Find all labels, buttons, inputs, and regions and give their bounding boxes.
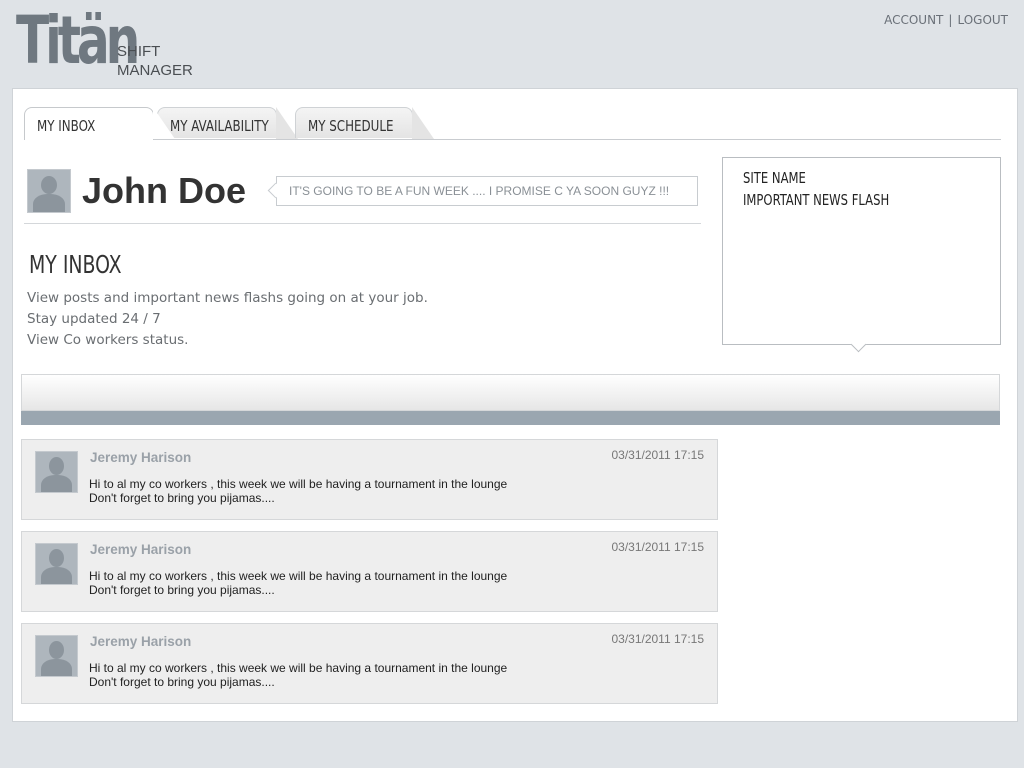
news-box-tail xyxy=(850,336,867,353)
message-item[interactable]: Jeremy Harison 03/31/2011 17:15 Hi to al… xyxy=(21,623,718,704)
page-title: MY INBOX xyxy=(29,250,122,279)
description-line: View posts and important news flashs goi… xyxy=(27,290,428,306)
tab-label: MY INBOX xyxy=(37,117,96,135)
avatar-body-shape xyxy=(41,659,72,676)
logo-subtitle: SHIFT MANAGER xyxy=(117,42,193,80)
news-flash-text[interactable]: IMPORTANT NEWS FLASH xyxy=(743,191,889,209)
account-link[interactable]: ACCOUNT xyxy=(884,13,943,27)
message-item[interactable]: Jeremy Harison 03/31/2011 17:15 Hi to al… xyxy=(21,439,718,520)
message-body: Hi to al my co workers , this week we wi… xyxy=(89,661,507,689)
logout-link[interactable]: LOGOUT xyxy=(957,13,1008,27)
avatar-head-shape xyxy=(41,176,57,194)
avatar-body-shape xyxy=(41,475,72,492)
tab-label: MY AVAILABILITY xyxy=(170,117,269,135)
description-line: View Co workers status. xyxy=(27,332,189,348)
avatar-body-shape xyxy=(33,194,65,212)
message-body: Hi to al my co workers , this week we wi… xyxy=(89,477,507,505)
message-date: 03/31/2011 17:15 xyxy=(611,540,704,554)
description-line: Stay updated 24 / 7 xyxy=(27,311,161,327)
logo-subtitle-line2: MANAGER xyxy=(117,62,193,79)
news-site-name: SITE NAME xyxy=(743,169,806,187)
tab-bar: MY INBOX MY AVAILABILITY MY SCHEDULE xyxy=(24,107,1001,140)
message-item[interactable]: Jeremy Harison 03/31/2011 17:15 Hi to al… xyxy=(21,531,718,612)
message-body: Hi to al my co workers , this week we wi… xyxy=(89,569,507,597)
profile-avatar[interactable] xyxy=(27,169,71,213)
message-avatar[interactable] xyxy=(35,451,78,493)
avatar-head-shape xyxy=(49,457,64,475)
main-panel: MY INBOX MY AVAILABILITY MY SCHEDULE Joh… xyxy=(12,88,1018,722)
message-line: Hi to al my co workers , this week we wi… xyxy=(89,569,508,583)
tab-label: MY SCHEDULE xyxy=(308,117,394,135)
avatar-body-shape xyxy=(41,567,72,584)
toolbar-accent-strip xyxy=(21,411,1000,425)
message-line: Hi to al my co workers , this week we wi… xyxy=(89,477,508,491)
message-avatar[interactable] xyxy=(35,543,78,585)
logo-subtitle-line1: SHIFT xyxy=(117,43,161,60)
status-message[interactable]: IT'S GOING TO BE A FUN WEEK .... I PROMI… xyxy=(276,176,698,206)
message-date: 03/31/2011 17:15 xyxy=(611,448,704,462)
message-author[interactable]: Jeremy Harison xyxy=(90,450,191,465)
user-name: John Doe xyxy=(82,170,247,211)
avatar-head-shape xyxy=(49,641,64,659)
message-author[interactable]: Jeremy Harison xyxy=(90,542,191,557)
message-line: Don't forget to bring you pijamas.... xyxy=(89,675,275,689)
divider xyxy=(24,223,701,224)
message-line: Don't forget to bring you pijamas.... xyxy=(89,491,275,505)
inbox-description: View posts and important news flashs goi… xyxy=(27,288,428,351)
message-line: Hi to al my co workers , this week we wi… xyxy=(89,661,508,675)
message-avatar[interactable] xyxy=(35,635,78,677)
inbox-toolbar xyxy=(21,374,1000,411)
link-separator: | xyxy=(948,13,953,27)
tab-my-schedule[interactable]: MY SCHEDULE xyxy=(295,107,434,139)
tab-my-inbox[interactable]: MY INBOX xyxy=(24,107,175,140)
tab-my-availability[interactable]: MY AVAILABILITY xyxy=(157,107,298,139)
top-links: ACCOUNT | LOGOUT xyxy=(884,13,1008,27)
avatar-head-shape xyxy=(49,549,64,567)
message-date: 03/31/2011 17:15 xyxy=(611,632,704,646)
message-author[interactable]: Jeremy Harison xyxy=(90,634,191,649)
news-flash-box: SITE NAME IMPORTANT NEWS FLASH xyxy=(722,157,1001,353)
message-line: Don't forget to bring you pijamas.... xyxy=(89,583,275,597)
